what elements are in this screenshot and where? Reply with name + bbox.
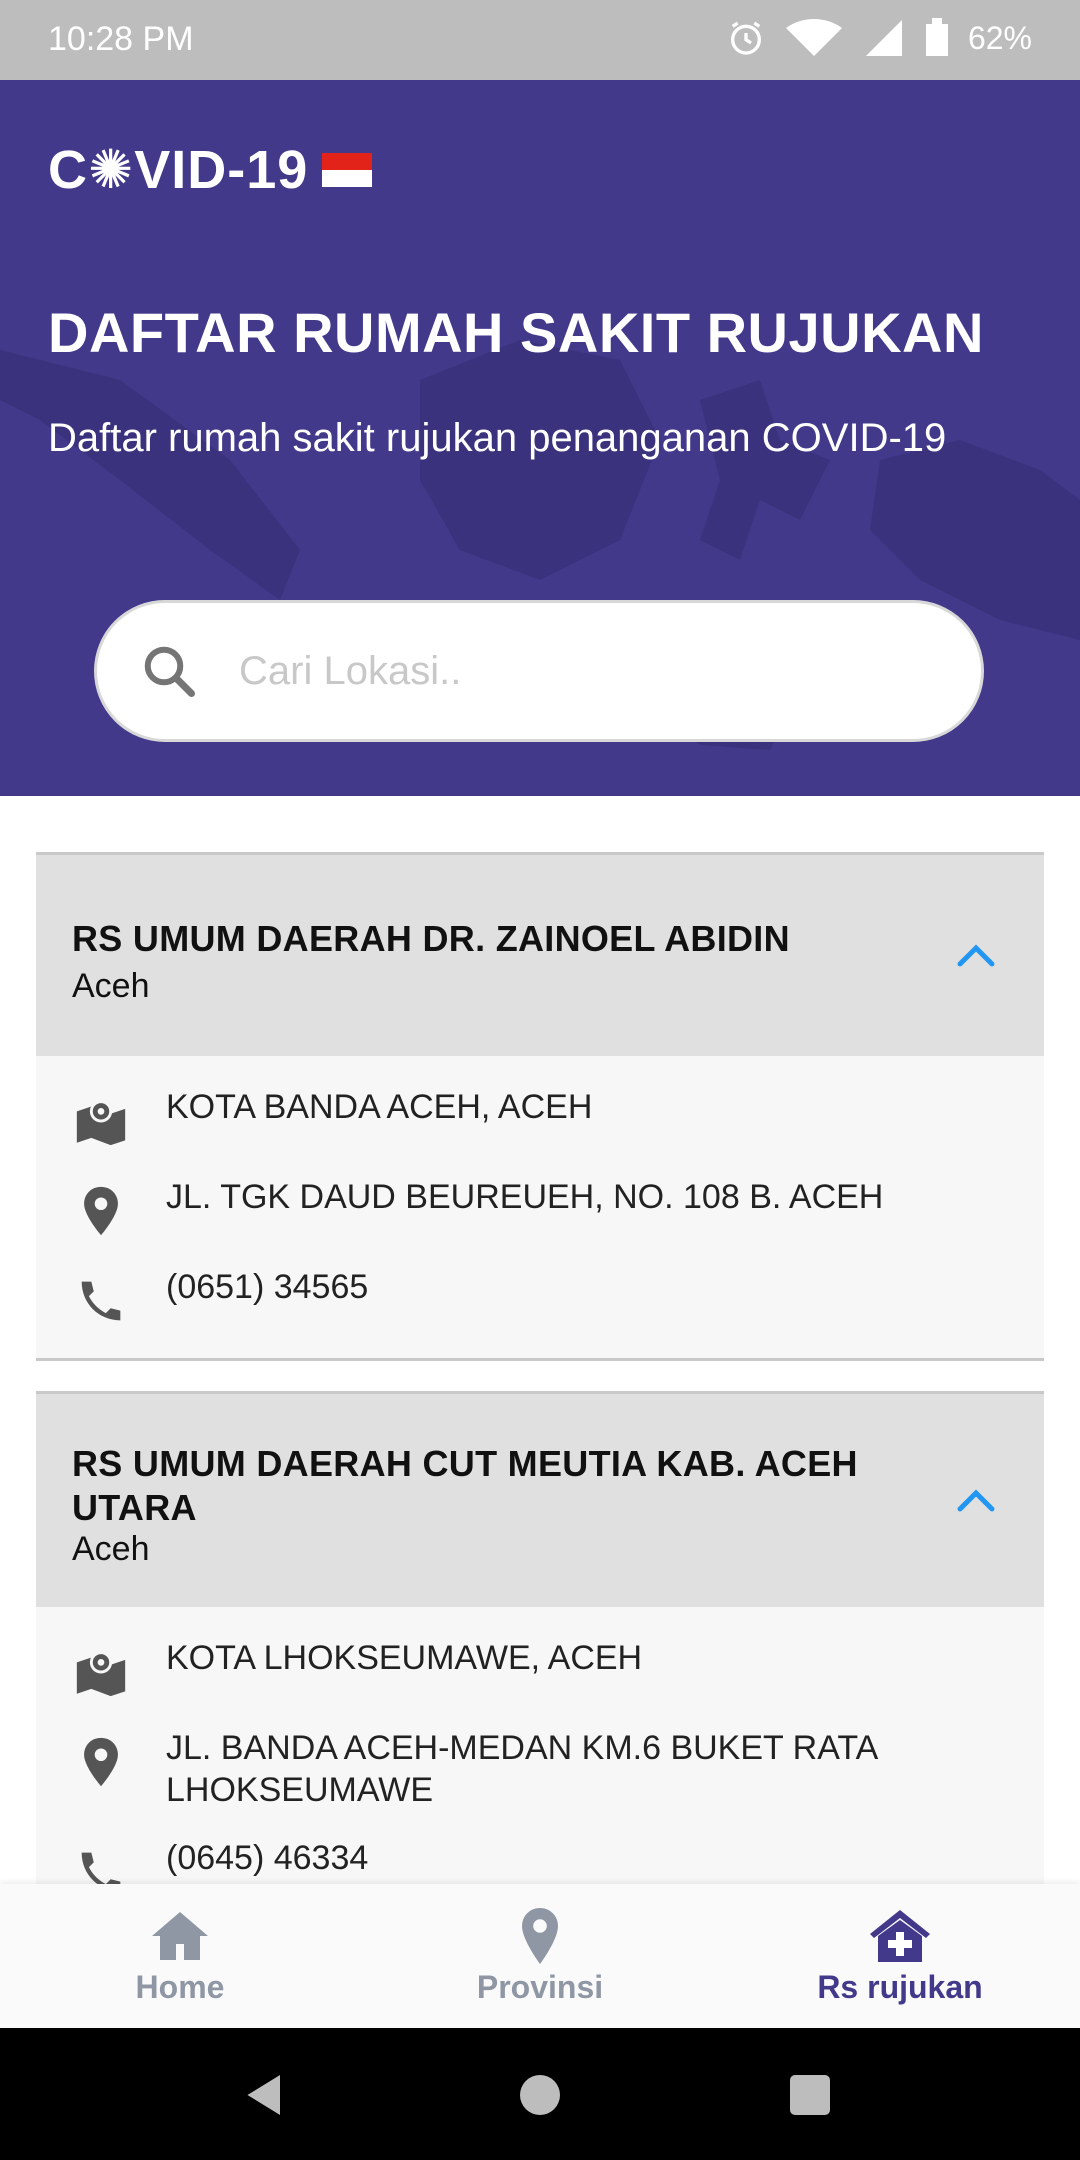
hospital-card: RS UMUM DAERAH CUT MEUTIA KAB. ACEH UTAR… [36,1391,1044,1932]
hospital-details: KOTA BANDA ACEH, ACEH JL. TGK DAUD BEURE… [36,1056,1044,1358]
hospital-icon [870,1909,930,1962]
battery-icon [925,18,948,56]
map-icon [76,1100,126,1146]
hospital-province: Aceh [72,967,150,1005]
nav-item-provinsi[interactable]: Provinsi [360,1884,720,2028]
nav-item-home[interactable]: Home [0,1884,360,2028]
hospital-card-header[interactable]: RS UMUM DAERAH CUT MEUTIA KAB. ACEH UTAR… [36,1394,1044,1607]
page-subtitle: Daftar rumah sakit rujukan penanganan CO… [48,416,947,460]
battery-level: 62% [967,19,1032,56]
hospital-card: RS UMUM DAERAH DR. ZAINOEL ABIDIN Aceh K… [36,852,1044,1361]
hospital-list: RS UMUM DAERAH DR. ZAINOEL ABIDIN Aceh K… [36,852,1044,1962]
nav-label-home: Home [135,1968,225,2005]
indonesia-flag-icon [322,152,373,187]
signal-icon [865,20,902,56]
hospital-address: JL. BANDA ACEH-MEDAN KM.6 BUKET RATA LHO… [166,1729,877,1809]
wifi-icon [785,19,842,56]
status-icons: 62% [726,18,1032,58]
map-icon [76,1651,126,1697]
nav-label-rs-rujukan: Rs rujukan [817,1968,983,2005]
back-icon[interactable] [240,2070,290,2120]
status-bar: 10:28 PM 62% [0,0,1080,80]
chevron-up-icon[interactable] [956,940,996,968]
search-input[interactable] [237,647,921,695]
home-icon [152,1911,208,1960]
logo-text: C✺VID-19 [48,140,309,200]
status-time: 10:28 PM [48,20,194,58]
detail-region: KOTA LHOKSEUMAWE, ACEH [36,1637,1044,1701]
detail-address: JL. BANDA ACEH-MEDAN KM.6 BUKET RATA LHO… [36,1727,1044,1811]
hospital-name: RS UMUM DAERAH CUT MEUTIA KAB. ACEH UTAR… [72,1443,858,1528]
location-pin-icon [84,1186,118,1236]
search-icon [144,646,195,697]
hospital-card-header[interactable]: RS UMUM DAERAH DR. ZAINOEL ABIDIN Aceh [36,855,1044,1056]
app-logo: C✺VID-19 [48,138,373,201]
hospital-province: Aceh [72,1530,150,1568]
page-title: DAFTAR RUMAH SAKIT RUJUKAN [48,301,984,364]
bottom-navigation: Home Provinsi Rs rujukan [0,1884,1080,2028]
hospital-phone[interactable]: (0651) 34565 [166,1266,368,1308]
header-banner: C✺VID-19 DAFTAR RUMAH SAKIT RUJUKAN Daft… [0,80,1080,796]
hospital-name: RS UMUM DAERAH DR. ZAINOEL ABIDIN [72,918,790,959]
detail-region: KOTA BANDA ACEH, ACEH [36,1086,1044,1150]
location-pin-icon [84,1737,118,1787]
hospital-address: JL. TGK DAUD BEUREUEH, NO. 108 B. ACEH [166,1178,884,1216]
recents-icon[interactable] [785,2070,835,2120]
detail-phone[interactable]: (0651) 34565 [36,1266,1044,1330]
phone-icon [81,1281,121,1321]
alarm-icon [730,21,761,55]
hospital-details: KOTA LHOKSEUMAWE, ACEH JL. BANDA ACEH-ME… [36,1607,1044,1929]
hospital-phone[interactable]: (0645) 46334 [166,1837,368,1879]
system-navigation-bar [0,2028,1080,2160]
hospital-region: KOTA LHOKSEUMAWE, ACEH [166,1639,643,1677]
hospital-region: KOTA BANDA ACEH, ACEH [166,1088,593,1126]
nav-label-provinsi: Provinsi [476,1968,604,2005]
location-pin-icon [522,1907,558,1964]
chevron-up-icon[interactable] [956,1485,996,1513]
home-button-icon[interactable] [515,2070,565,2120]
search-bar[interactable] [94,600,984,742]
nav-item-rs-rujukan[interactable]: Rs rujukan [720,1884,1080,2028]
detail-address: JL. TGK DAUD BEUREUEH, NO. 108 B. ACEH [36,1176,1044,1240]
